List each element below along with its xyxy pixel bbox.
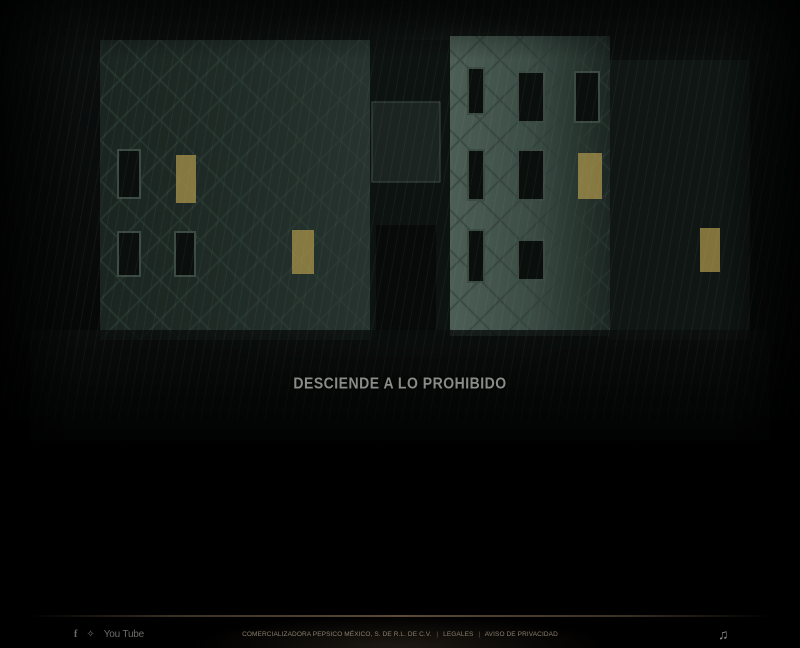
legal-links: COMERCIALIZADORA PEPSICO MÉXICO, S. DE R… <box>0 631 800 638</box>
music-toggle-icon[interactable]: ♫ <box>718 626 729 642</box>
company-name: COMERCIALIZADORA PEPSICO MÉXICO, S. DE R… <box>242 631 432 638</box>
building-illustration <box>30 36 770 440</box>
page: DESCIENDE A LO PROHIBIDO f ✧ You Tube CO… <box>0 0 800 648</box>
separator: | <box>478 631 481 638</box>
background-scene: DESCIENDE A LO PROHIBIDO <box>0 0 800 615</box>
legales-link[interactable]: LEGALES <box>443 631 473 638</box>
separator: | <box>436 631 439 638</box>
tagline: DESCIENDE A LO PROHIBIDO <box>293 373 507 393</box>
footer: f ✧ You Tube COMERCIALIZADORA PEPSICO MÉ… <box>0 617 800 648</box>
privacy-link[interactable]: AVISO DE PRIVACIDAD <box>485 631 558 638</box>
